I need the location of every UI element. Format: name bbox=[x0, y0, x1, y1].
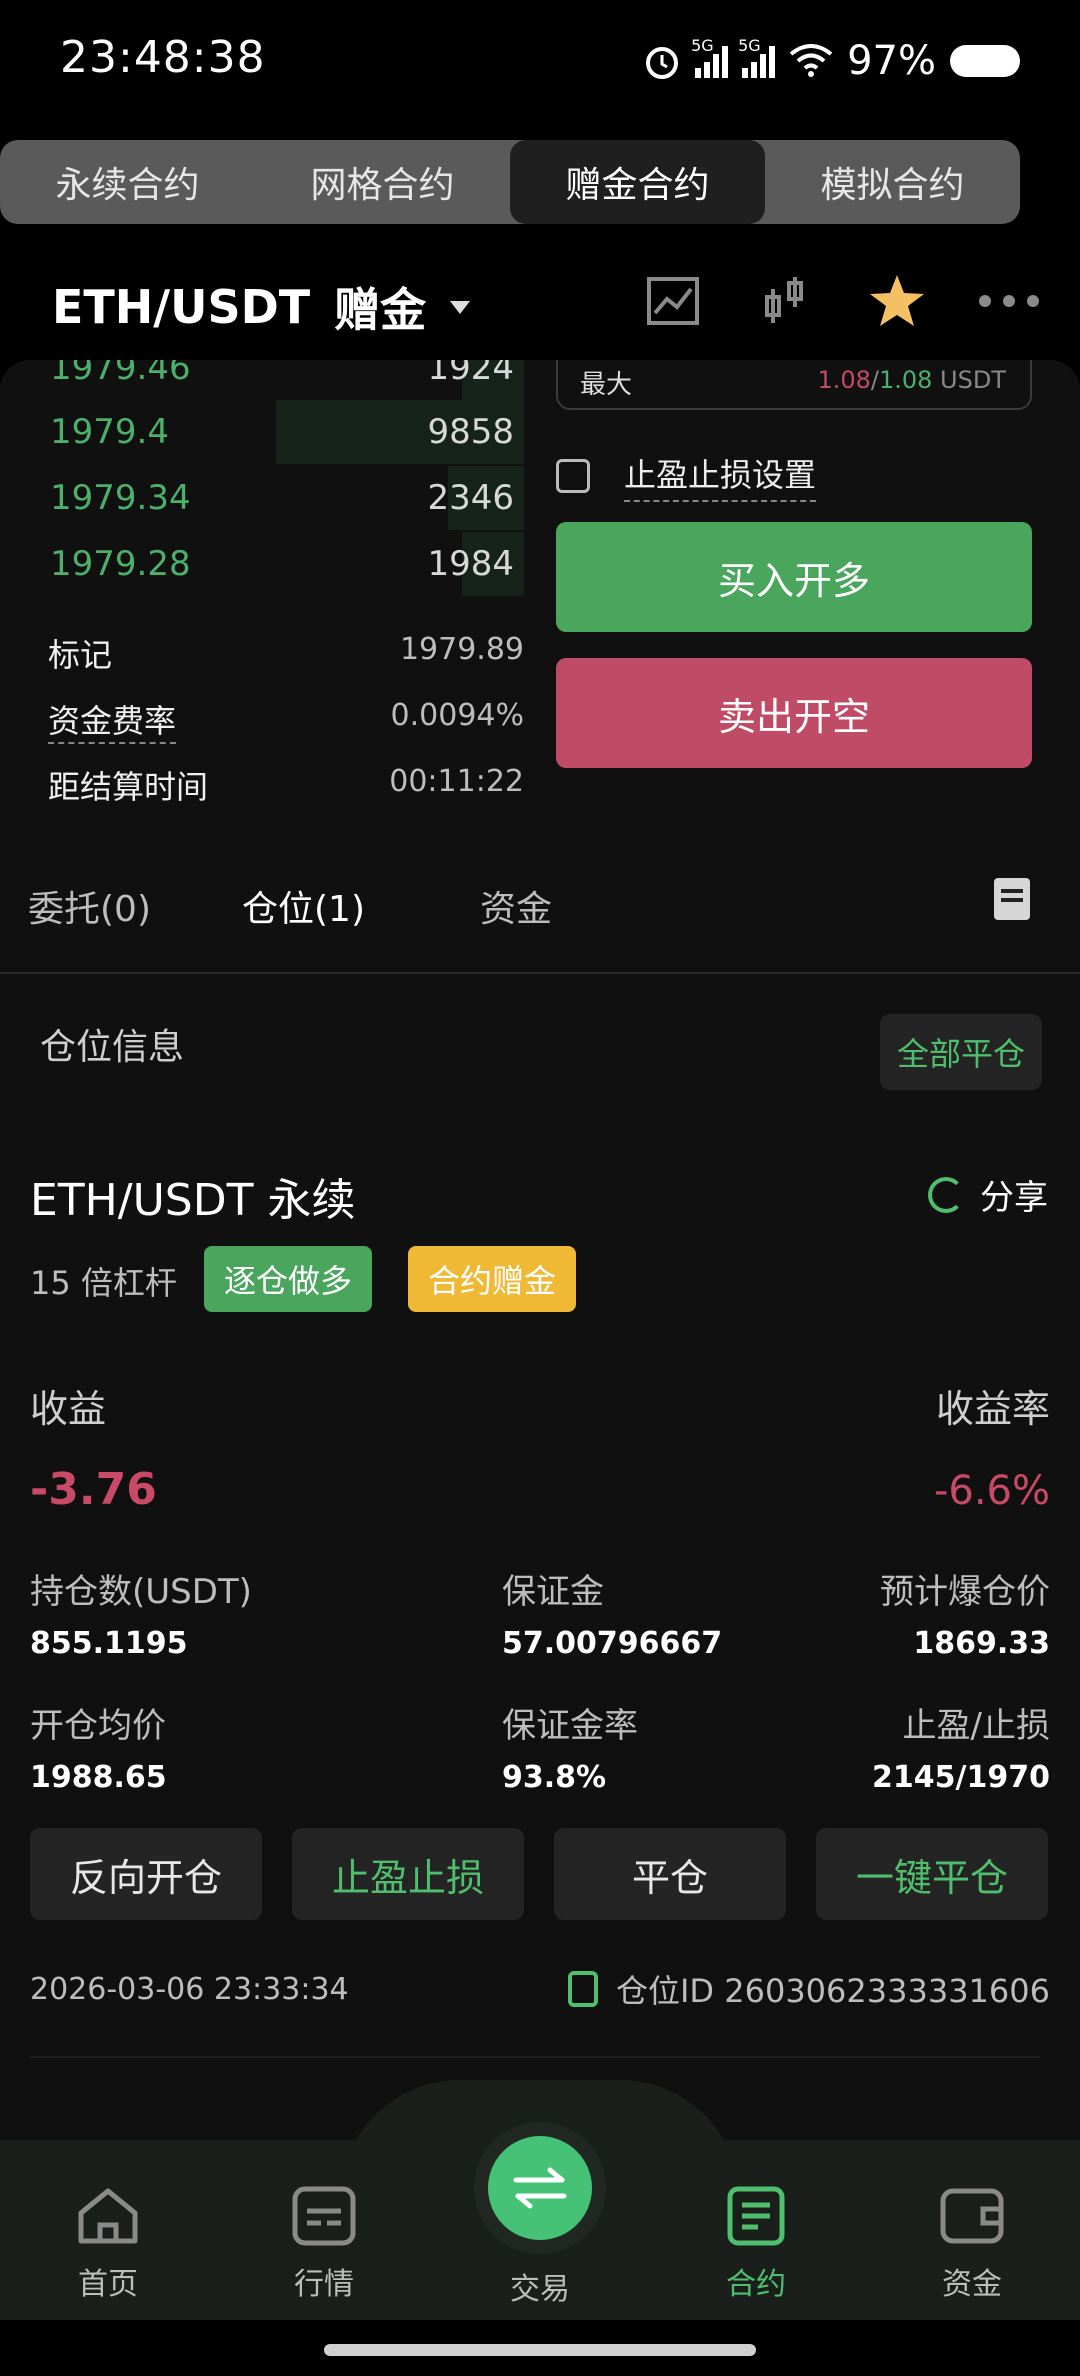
sell-short-button[interactable]: 卖出开空 bbox=[556, 658, 1032, 768]
copy-icon[interactable] bbox=[567, 1971, 598, 2007]
order-book-qty: 9858 bbox=[427, 412, 514, 452]
margin-value: 57.00796667 bbox=[502, 1626, 723, 1661]
tab-simulated[interactable]: 模拟合约 bbox=[765, 140, 1020, 224]
candlestick-icon[interactable] bbox=[754, 270, 816, 332]
status-icons: 5G 5G 97% bbox=[643, 36, 1020, 86]
pnl-value: -3.76 bbox=[30, 1464, 157, 1515]
position-id[interactable]: 仓位ID 2603062333331606 bbox=[567, 1966, 1050, 2012]
order-book-row[interactable]: 1979.34 2346 bbox=[48, 466, 524, 530]
liq-price-value: 1869.33 bbox=[913, 1626, 1050, 1661]
wallet-icon bbox=[940, 2188, 1004, 2244]
pnl-rate-value: -6.6% bbox=[933, 1468, 1050, 1514]
contract-icon bbox=[727, 2186, 785, 2246]
margin-rate-value: 93.8% bbox=[502, 1760, 607, 1795]
order-book-qty: 2346 bbox=[427, 478, 514, 518]
pair-mode: 赠金 bbox=[334, 283, 427, 337]
tab-assets[interactable]: 资金 bbox=[480, 880, 552, 932]
clock: 23:48:38 bbox=[60, 32, 266, 83]
battery-percent: 97% bbox=[847, 38, 936, 84]
order-book-row[interactable]: 1979.46 1924 bbox=[48, 360, 524, 400]
order-book-qty: 1984 bbox=[427, 544, 514, 584]
side-badge: 逐仓做多 bbox=[204, 1246, 373, 1312]
order-book-row[interactable]: 1979.28 1984 bbox=[48, 532, 524, 596]
pair-header: ETH/USDT 赠金 bbox=[0, 250, 1080, 360]
open-time: 2026-03-06 23:33:34 bbox=[30, 1972, 349, 2007]
status-bar: 23:48:38 5G 5G 97% bbox=[0, 0, 1080, 120]
nav-home[interactable]: 首页 bbox=[38, 2185, 178, 2303]
mark-price-row: 标记 1979.89 bbox=[48, 632, 524, 674]
leverage-label: 15 倍杠杆 bbox=[30, 1264, 177, 1302]
bonus-badge: 合约赠金 bbox=[408, 1246, 577, 1312]
margin-rate-label: 保证金率 bbox=[502, 1706, 638, 1746]
trade-panel: 1979.46 1924 1979.4 9858 1979.34 2346 1979.28 1… bbox=[0, 360, 1080, 830]
close-position-button[interactable]: 平仓 bbox=[554, 1828, 786, 1920]
order-book-row[interactable]: 1979.4 9858 bbox=[48, 400, 524, 464]
max-amount-field[interactable]: 最大 1.08/1.08 USDT bbox=[556, 360, 1032, 410]
star-icon[interactable] bbox=[866, 270, 928, 332]
tab-grid[interactable]: 网格合约 bbox=[255, 140, 510, 224]
position-section: 仓位信息 全部平仓 ETH/USDT 永续 分享 15 倍杠杆 逐仓做多 合约赠… bbox=[0, 974, 1080, 2140]
position-info-title: 仓位信息 bbox=[40, 1027, 185, 1068]
pair-selector[interactable]: ETH/USDT 赠金 bbox=[52, 274, 471, 340]
close-all-button[interactable]: 全部平仓 bbox=[880, 1014, 1042, 1090]
divider bbox=[30, 2056, 1040, 2058]
nav-contract[interactable]: 合约 bbox=[686, 2185, 826, 2303]
pnl-label: 收益 bbox=[30, 1387, 107, 1431]
more-icon[interactable] bbox=[978, 270, 1040, 332]
entry-price-value: 1988.65 bbox=[30, 1760, 167, 1795]
liq-price-label: 预计爆仓价 bbox=[880, 1572, 1050, 1612]
order-book-qty: 1924 bbox=[427, 360, 514, 388]
home-indicator bbox=[0, 2320, 1080, 2376]
size-label: 持仓数(USDT) bbox=[30, 1572, 252, 1612]
market-icon bbox=[292, 2186, 356, 2246]
tpsl-label: 止盈/止损 bbox=[902, 1706, 1050, 1746]
one-click-close-button[interactable]: 一键平仓 bbox=[816, 1828, 1048, 1920]
nav-trade-button[interactable] bbox=[488, 2136, 592, 2240]
tab-orders[interactable]: 委托(0) bbox=[28, 880, 151, 932]
tab-bonus[interactable]: 赠金合约 bbox=[510, 140, 765, 224]
wifi-icon bbox=[789, 44, 833, 77]
signal-icon: 5G bbox=[691, 36, 729, 78]
nav-trade-label: 交易 bbox=[510, 2272, 570, 2307]
pair-name: ETH/USDT bbox=[52, 280, 311, 334]
nav-assets[interactable]: 资金 bbox=[902, 2185, 1042, 2303]
share-button[interactable]: 分享 bbox=[928, 1170, 1048, 1219]
margin-label: 保证金 bbox=[502, 1572, 604, 1612]
order-book-price: 1979.46 bbox=[50, 360, 191, 388]
chevron-down-icon bbox=[450, 300, 471, 314]
alarm-icon bbox=[646, 47, 679, 79]
entry-price-label: 开仓均价 bbox=[30, 1706, 166, 1746]
order-book-price: 1979.34 bbox=[50, 478, 191, 518]
order-book-price: 1979.28 bbox=[50, 544, 191, 584]
tpsl-checkbox[interactable] bbox=[556, 459, 590, 493]
nav-market[interactable]: 行情 bbox=[254, 2185, 394, 2303]
tab-perpetual[interactable]: 永续合约 bbox=[0, 140, 255, 224]
order-book-price: 1979.4 bbox=[50, 412, 169, 452]
settlement-time-row: 距结算时间 00:11:22 bbox=[48, 764, 524, 806]
share-icon bbox=[928, 1176, 964, 1213]
swap-icon bbox=[513, 2167, 567, 2209]
buy-long-button[interactable]: 买入开多 bbox=[556, 522, 1032, 632]
tpsl-value: 2145/1970 bbox=[872, 1760, 1050, 1795]
position-symbol: ETH/USDT 永续 bbox=[30, 1175, 356, 1226]
tpsl-button[interactable]: 止盈止损 bbox=[292, 1828, 524, 1920]
contract-type-tabs: 永续合约 网格合约 赠金合约 模拟合约 bbox=[0, 140, 1020, 224]
size-value: 855.1195 bbox=[30, 1626, 188, 1661]
pnl-rate-label: 收益率 bbox=[935, 1387, 1050, 1431]
tpsl-setting[interactable]: 止盈止损设置 bbox=[556, 450, 817, 502]
battery-icon bbox=[950, 45, 1020, 77]
reverse-open-button[interactable]: 反向开仓 bbox=[30, 1828, 262, 1920]
signal-icon-2: 5G bbox=[738, 36, 776, 78]
funding-rate-row[interactable]: 资金费率 0.0094% bbox=[48, 688, 524, 748]
tab-positions[interactable]: 仓位(1) bbox=[242, 880, 365, 932]
order-tabs: 委托(0) 仓位(1) 资金 bbox=[0, 830, 1080, 974]
document-icon[interactable] bbox=[994, 878, 1030, 920]
home-icon bbox=[78, 2188, 138, 2244]
line-chart-icon[interactable] bbox=[642, 270, 704, 332]
